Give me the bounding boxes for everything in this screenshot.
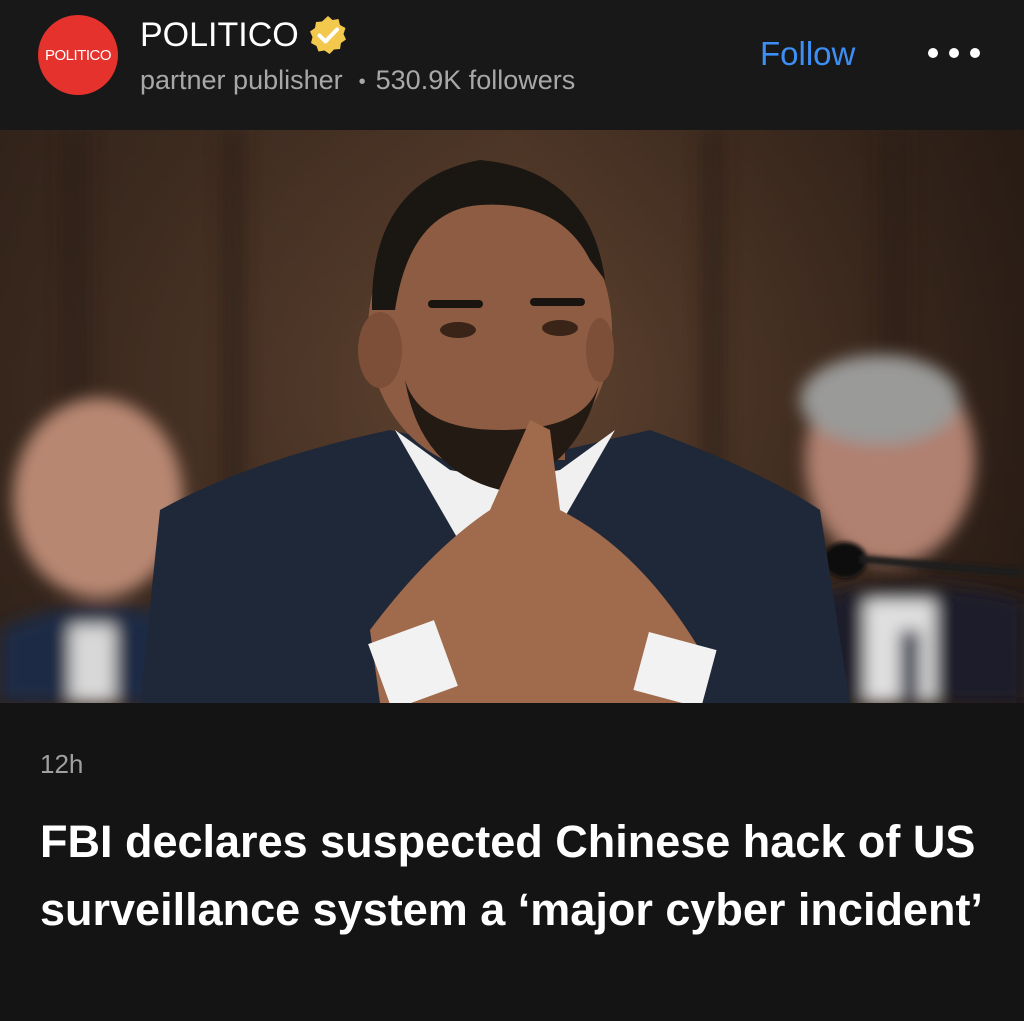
follow-button[interactable]: Follow xyxy=(760,34,855,74)
publisher-type: partner publisher xyxy=(140,65,343,95)
follower-count: 530.9K followers xyxy=(375,65,576,95)
article-headline[interactable]: FBI declares suspected Chinese hack of U… xyxy=(40,808,990,944)
verified-badge-icon xyxy=(309,16,346,54)
publisher-name[interactable]: POLITICO xyxy=(140,15,299,55)
more-dot xyxy=(949,48,959,58)
more-options-icon[interactable] xyxy=(928,38,980,68)
article-image[interactable] xyxy=(0,130,1024,703)
news-photo xyxy=(0,130,1024,703)
more-dot xyxy=(928,48,938,58)
publisher-logo[interactable]: POLITICO xyxy=(38,15,118,95)
more-dot xyxy=(970,48,980,58)
publisher-header: POLITICO POLITICO partner publisher • 530.… xyxy=(0,0,1024,130)
publisher-logo-text: POLITICO xyxy=(44,46,112,64)
publisher-name-row[interactable]: POLITICO xyxy=(140,14,349,56)
meta-separator: • xyxy=(358,70,366,93)
article-age: 12h xyxy=(40,749,84,779)
publisher-meta: partner publisher • 530.9K followers xyxy=(140,62,575,100)
